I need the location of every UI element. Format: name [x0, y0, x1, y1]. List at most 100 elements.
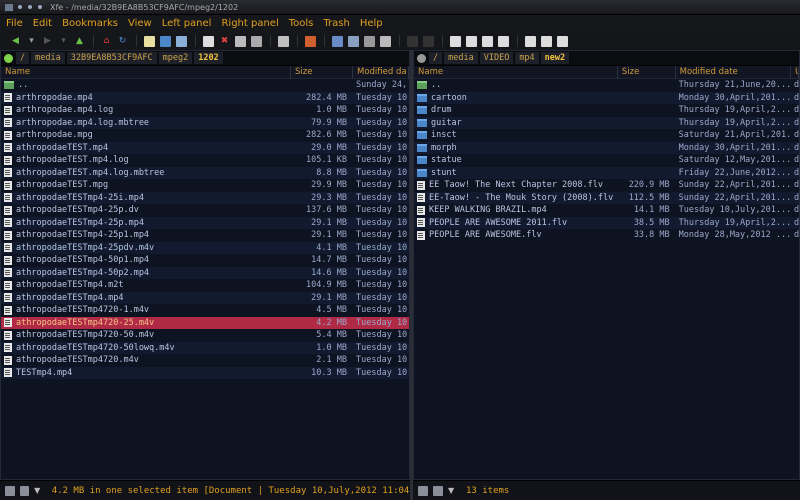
sync-panels-icon[interactable]	[364, 35, 375, 47]
table-row[interactable]: arthropodae.mpg 282.6 MB Tuesday 10,	[1, 129, 409, 142]
tree-view-icon[interactable]	[407, 35, 418, 47]
table-row[interactable]: athropodaeTESTmp4-25p.mp4 29.1 MB Tuesday …	[1, 216, 409, 229]
table-row[interactable]: athropodaeTESTmp4720-1.m4v 4.5 MB Tuesday …	[1, 304, 409, 317]
table-row[interactable]: KEEP WALKING BRAZIL.mp4 14.1 MB Tuesday 10…	[414, 204, 799, 217]
table-row[interactable]: athropodaeTEST.mp4.log.mbtree 8.8 MB Tuesd…	[1, 166, 409, 179]
table-row[interactable]: .. Thursday 21,June,20... d	[414, 79, 799, 92]
table-row[interactable]: athropodaeTEST.mp4 29.0 MB Tuesday 10,	[1, 141, 409, 154]
forward-history-icon[interactable]: ▾	[58, 36, 69, 47]
list-view-icon[interactable]	[423, 35, 434, 47]
left-crumb-current[interactable]: 1202	[194, 52, 223, 64]
left-crumb-drive[interactable]: 32B9EA8B53CF9AFC	[66, 52, 157, 64]
table-row[interactable]: athropodaeTESTmp4-50p1.mp4 14.7 MB Tuesday…	[1, 254, 409, 267]
table-row[interactable]: arthropodae.mp4.log 1.0 MB Tuesday 10,	[1, 104, 409, 117]
forward-icon[interactable]: ▶	[42, 36, 53, 47]
menu-edit[interactable]: Edit	[33, 18, 52, 29]
table-row[interactable]: drum Thursday 19,April,2... d	[414, 104, 799, 117]
right-crumb-current[interactable]: new2	[540, 52, 570, 64]
copy-icon[interactable]	[203, 35, 214, 47]
table-row[interactable]: guitar Thursday 19,April,2... d	[414, 116, 799, 129]
left-col-date[interactable]: Modified da	[353, 65, 409, 79]
big-view-icon[interactable]	[525, 35, 536, 47]
right-col-size[interactable]: Size	[618, 65, 676, 79]
table-row[interactable]: athropodaeTESTmp4720-50.m4v 5.4 MB Tuesday…	[1, 329, 409, 342]
refresh-icon[interactable]: ↻	[117, 36, 128, 47]
properties-icon[interactable]	[176, 35, 187, 47]
menu-left-panel[interactable]: Left panel	[162, 18, 212, 29]
back-history-icon[interactable]: ▾	[26, 36, 37, 47]
window-menu-dot-icon[interactable]	[18, 5, 22, 9]
table-row[interactable]: arthropodae.mp4 282.4 MB Tuesday 10,	[1, 91, 409, 104]
table-row[interactable]: athropodaeTEST.mp4.log 105.1 KB Tuesday 10…	[1, 154, 409, 167]
table-row[interactable]: athropodaeTESTmp4-25p1.mp4 29.1 MB Tuesday…	[1, 229, 409, 242]
switch-panels-icon[interactable]	[380, 35, 391, 47]
tree-two-panels-icon[interactable]	[498, 35, 509, 47]
window-stick-dot-icon[interactable]	[28, 5, 32, 9]
left-crumb-root[interactable]: /	[16, 52, 30, 64]
left-col-size[interactable]: Size	[291, 65, 353, 79]
right-crumb-video[interactable]: VIDEO	[479, 52, 514, 64]
table-row[interactable]: athropodaeTESTmp4720-50lowq.m4v 1.0 MB Tue…	[1, 341, 409, 354]
right-crumb-mp4[interactable]: mp4	[515, 52, 539, 64]
back-icon[interactable]: ◀	[10, 36, 21, 47]
menu-tools[interactable]: Tools	[289, 18, 314, 29]
table-row[interactable]: EE Taow! The Next Chapter 2008.flv 220.9 …	[414, 179, 799, 192]
right-crumb-media[interactable]: media	[444, 52, 478, 64]
two-panels-icon[interactable]	[482, 35, 493, 47]
show-hidden-icon[interactable]	[418, 485, 428, 496]
right-crumb-root[interactable]: /	[429, 52, 443, 64]
right-col-date[interactable]: Modified date	[676, 65, 792, 79]
left-crumb-media[interactable]: media	[31, 52, 65, 64]
table-row[interactable]: PEOPLE ARE AWESOME 2011.flv 38.5 MB Thursd…	[414, 216, 799, 229]
go-up-icon[interactable]: ▲	[74, 36, 85, 47]
window-shade-dot-icon[interactable]	[38, 5, 42, 9]
filter-dropdown-icon[interactable]: ▼	[448, 486, 458, 496]
table-row[interactable]: stunt Friday 22,June,2012... d	[414, 166, 799, 179]
table-row[interactable]: PEOPLE ARE AWESOME.flv 33.8 MB Monday 28,M…	[414, 229, 799, 242]
one-panel-icon[interactable]	[450, 35, 461, 47]
new-folder-icon[interactable]	[160, 35, 171, 47]
table-row[interactable]: statue Saturday 12,May,201... d	[414, 154, 799, 167]
left-col-name[interactable]: Name	[1, 65, 291, 79]
table-row[interactable]: TESTmp4.mp4 10.3 MB Tuesday 10,	[1, 366, 409, 379]
trash-icon[interactable]	[278, 35, 289, 47]
table-row[interactable]: arthropodae.mp4.log.mbtree 79.9 MB Tuesday…	[1, 116, 409, 129]
tree-panel-icon[interactable]	[466, 35, 477, 47]
table-row[interactable]: EE-Taow! - The Mouk Story (2008).flv 112.…	[414, 191, 799, 204]
menu-bookmarks[interactable]: Bookmarks	[62, 18, 118, 29]
table-row[interactable]: athropodaeTESTmp4-25p.dv 137.6 MB Tuesday …	[1, 204, 409, 217]
paste-icon[interactable]	[235, 35, 246, 47]
show-hidden-icon[interactable]	[5, 485, 15, 496]
home-icon[interactable]: ⌂	[101, 36, 112, 47]
right-col-user[interactable]: U	[791, 65, 799, 79]
table-row[interactable]: insct Saturday 21,April,201... d	[414, 129, 799, 142]
table-row[interactable]: .. Sunday 24,.	[1, 79, 409, 92]
menu-help[interactable]: Help	[360, 18, 383, 29]
table-row[interactable]: athropodaeTESTmp4-25i.mp4 29.3 MB Tuesday …	[1, 191, 409, 204]
table-row[interactable]: athropodaeTESTmp4-25pdv.m4v 4.1 MB Tuesday…	[1, 241, 409, 254]
app-icon[interactable]	[4, 2, 14, 12]
table-row[interactable]: morph Monday 30,April,201... d	[414, 141, 799, 154]
menu-file[interactable]: File	[6, 18, 23, 29]
table-row[interactable]: athropodaeTESTmp4-50p2.mp4 14.6 MB Tuesday…	[1, 266, 409, 279]
table-row[interactable]: athropodaeTEST.mpg 29.9 MB Tuesday 10,	[1, 179, 409, 192]
right-col-name[interactable]: Name	[414, 65, 618, 79]
table-row[interactable]: athropodaeTESTmp4.m2t 104.9 MB Tuesday 10,	[1, 279, 409, 292]
thumbnails-icon[interactable]	[433, 485, 443, 496]
small-view-icon[interactable]	[541, 35, 552, 47]
left-crumb-mpeg2[interactable]: mpeg2	[158, 52, 193, 64]
small-icons-icon[interactable]	[348, 35, 359, 47]
menu-view[interactable]: View	[128, 18, 152, 29]
menu-trash[interactable]: Trash	[323, 18, 349, 29]
terminal-icon[interactable]	[251, 35, 262, 47]
left-file-panel[interactable]: / media 32B9EA8B53CF9AFC mpeg2 1202 Name…	[0, 50, 410, 480]
table-row[interactable]: athropodaeTESTmp4720.m4v 2.1 MB Tuesday 10…	[1, 354, 409, 367]
menu-right-panel[interactable]: Right panel	[221, 18, 278, 29]
table-row[interactable]: athropodaeTESTmp4.mp4 29.1 MB Tuesday 10,	[1, 291, 409, 304]
table-row[interactable]: athropodaeTESTmp4720-25.m4v 4.2 MB Tuesday…	[1, 316, 409, 329]
new-file-icon[interactable]	[144, 35, 155, 47]
detailed-view-icon[interactable]	[557, 35, 568, 47]
delete-icon[interactable]	[305, 35, 316, 47]
thumbnails-icon[interactable]	[19, 485, 30, 496]
table-row[interactable]: cartoon Monday 30,April,201... d	[414, 91, 799, 104]
